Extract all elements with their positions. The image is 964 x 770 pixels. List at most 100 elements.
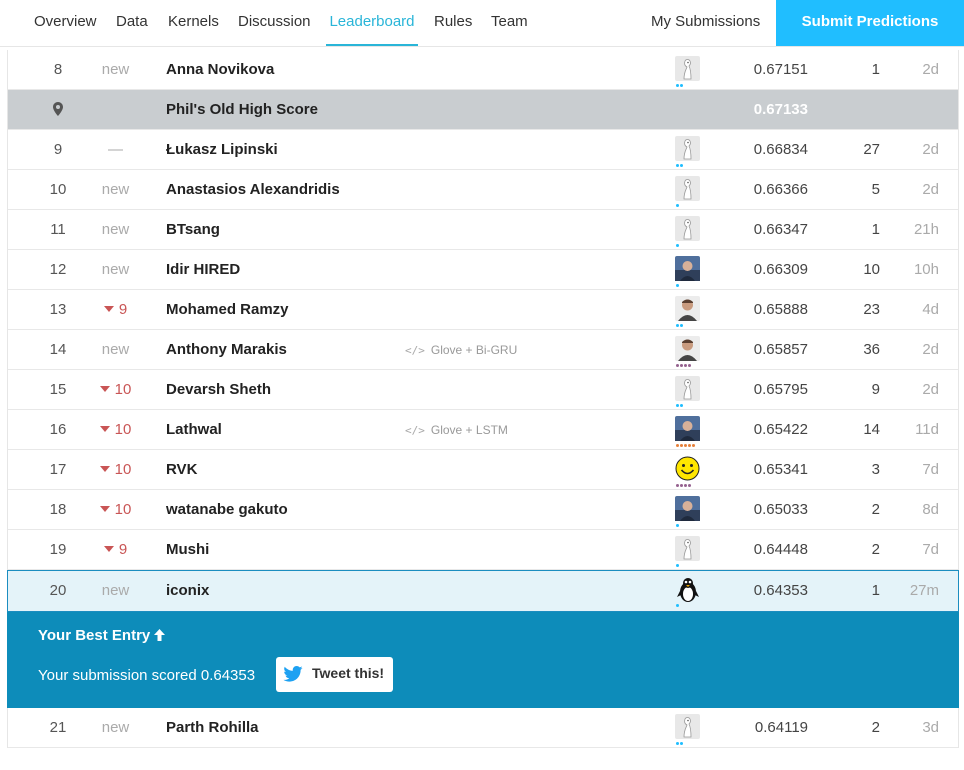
kernel-link[interactable]: </> Glove + Bi-GRU <box>405 330 517 370</box>
rank-change: new <box>101 221 130 238</box>
team-name[interactable]: RVK <box>166 450 197 490</box>
rank-change: — <box>108 141 123 158</box>
last-submission: 7d <box>922 461 939 478</box>
photo-avatar-icon[interactable] <box>675 416 701 447</box>
team-name[interactable]: iconix <box>166 571 209 611</box>
my-team-row[interactable]: 20 new iconix 0.64353 1 27m <box>7 570 959 612</box>
tab-leaderboard[interactable]: Leaderboard <box>326 0 418 46</box>
score: 0.64353 <box>753 582 808 599</box>
smiley-avatar-icon[interactable] <box>675 456 701 487</box>
team-name[interactable]: Mushi <box>166 530 209 570</box>
default-avatar-icon[interactable] <box>675 56 701 87</box>
team-name[interactable]: Devarsh Sheth <box>166 370 271 410</box>
default-avatar-icon[interactable] <box>675 136 701 167</box>
rank-change: new <box>101 341 130 358</box>
leaderboard-row[interactable]: 13 9 Mohamed Ramzy 0.65888 23 4d <box>8 290 958 330</box>
submit-predictions-button[interactable]: Submit Predictions <box>776 0 964 46</box>
score: 0.65888 <box>753 301 808 318</box>
leaderboard-row[interactable]: 15 10 Devarsh Sheth 0.65795 9 2d <box>8 370 958 410</box>
score: 0.65795 <box>753 381 808 398</box>
leaderboard-row[interactable]: 9— Łukasz Lipinski 0.66834 27 2d <box>8 130 958 170</box>
team-name[interactable]: Łukasz Lipinski <box>166 130 278 170</box>
default-avatar-icon[interactable] <box>675 176 701 207</box>
entries: 2 <box>871 719 880 736</box>
score: 0.65033 <box>753 501 808 518</box>
default-avatar-icon[interactable] <box>675 216 701 247</box>
leaderboard-row[interactable]: 17 10 RVK 0.65341 3 7d <box>8 450 958 490</box>
leaderboard-row[interactable]: 8 new Anna Novikova 0.67151 1 2d <box>8 50 958 90</box>
rank-change: new <box>101 181 130 198</box>
team-name[interactable]: Idir HIRED <box>166 250 240 290</box>
leaderboard-table: 8 new Anna Novikova 0.67151 1 2d Phil's Old H… <box>7 50 959 748</box>
entries: 1 <box>871 61 880 78</box>
leaderboard-row[interactable]: 11 new BTsang 0.66347 1 21h <box>8 210 958 250</box>
photo-avatar-icon[interactable] <box>675 256 701 287</box>
team-name[interactable]: Lathwal <box>166 410 222 450</box>
default-avatar-icon[interactable] <box>675 376 701 407</box>
score: 0.65857 <box>753 341 808 358</box>
leaderboard-row[interactable]: 14 new Anthony Marakis </> Glove + Bi-GRU 0.6… <box>8 330 958 370</box>
score: 0.66366 <box>753 181 808 198</box>
score: 0.66309 <box>753 261 808 278</box>
tab-data[interactable]: Data <box>116 0 148 46</box>
code-icon: </> <box>405 424 425 437</box>
best-entry-title-text: Your Best Entry <box>38 627 151 644</box>
kernel-title: Glove + LSTM <box>430 423 508 437</box>
kernel-title: Glove + Bi-GRU <box>430 343 518 357</box>
team-name[interactable]: Anna Novikova <box>166 50 274 90</box>
leaderboard-row[interactable]: 10 new Anastasios Alexandridis 0.66366 5 2d <box>8 170 958 210</box>
entries: 3 <box>871 461 880 478</box>
team-name[interactable]: Parth Rohilla <box>166 708 259 748</box>
entries: 2 <box>871 501 880 518</box>
entries: 9 <box>871 381 880 398</box>
score: 0.66347 <box>753 221 808 238</box>
leaderboard-row[interactable]: 18 10 watanabe gakuto 0.65033 2 8d <box>8 490 958 530</box>
tab-overview[interactable]: Overview <box>34 0 97 46</box>
photo-avatar-icon[interactable] <box>675 496 701 527</box>
score: 0.67151 <box>753 61 808 78</box>
tab-discussion[interactable]: Discussion <box>238 0 311 46</box>
tab-kernels[interactable]: Kernels <box>168 0 219 46</box>
entries: 23 <box>863 301 880 318</box>
default-avatar-icon[interactable] <box>675 536 701 567</box>
team-name[interactable]: BTsang <box>166 210 220 250</box>
entries: 5 <box>871 181 880 198</box>
rank-change: new <box>101 582 130 599</box>
entries: 10 <box>863 261 880 278</box>
score: 0.65422 <box>753 421 808 438</box>
old-high-score-row: Phil's Old High Score 0.67133 <box>8 90 958 130</box>
team-name[interactable]: Mohamed Ramzy <box>166 290 289 330</box>
arrow-up-icon <box>154 627 166 644</box>
kernel-link[interactable]: </> Glove + LSTM <box>405 410 508 450</box>
last-submission: 4d <box>922 301 939 318</box>
entries: 1 <box>871 221 880 238</box>
rank-change: 10 <box>78 370 153 410</box>
penguin-avatar-icon[interactable] <box>675 577 701 607</box>
last-submission: 27m <box>909 582 939 599</box>
face-avatar-icon[interactable] <box>675 336 701 367</box>
last-submission: 2d <box>922 61 939 78</box>
my-submissions-link[interactable]: My Submissions <box>651 0 760 46</box>
tab-rules[interactable]: Rules <box>434 0 472 46</box>
entries: 27 <box>863 141 880 158</box>
location-pin-icon <box>8 90 108 130</box>
entries: 14 <box>863 421 880 438</box>
leaderboard-row[interactable]: 21 new Parth Rohilla 0.64119 2 3d <box>8 708 958 748</box>
tab-team[interactable]: Team <box>491 0 528 46</box>
rank-change: 10 <box>78 490 153 530</box>
face-avatar-icon[interactable] <box>675 296 701 327</box>
high-score-label: Phil's Old High Score <box>166 101 318 118</box>
default-avatar-icon[interactable] <box>675 714 701 745</box>
tweet-button[interactable]: Tweet this! <box>276 657 393 692</box>
leaderboard-row[interactable]: 19 9 Mushi 0.64448 2 7d <box>8 530 958 570</box>
rank-change: new <box>101 261 130 278</box>
team-name[interactable]: Anthony Marakis <box>166 330 287 370</box>
rank-change: 10 <box>78 450 153 490</box>
team-name[interactable]: watanabe gakuto <box>166 490 288 530</box>
team-name[interactable]: Anastasios Alexandridis <box>166 170 340 210</box>
leaderboard-row[interactable]: 16 10 Lathwal </> Glove + LSTM 0.65422 14 11d <box>8 410 958 450</box>
leaderboard-row[interactable]: 12 new Idir HIRED 0.66309 10 10h <box>8 250 958 290</box>
last-submission: 8d <box>922 501 939 518</box>
last-submission: 3d <box>922 719 939 736</box>
best-entry-title: Your Best Entry <box>38 627 166 644</box>
